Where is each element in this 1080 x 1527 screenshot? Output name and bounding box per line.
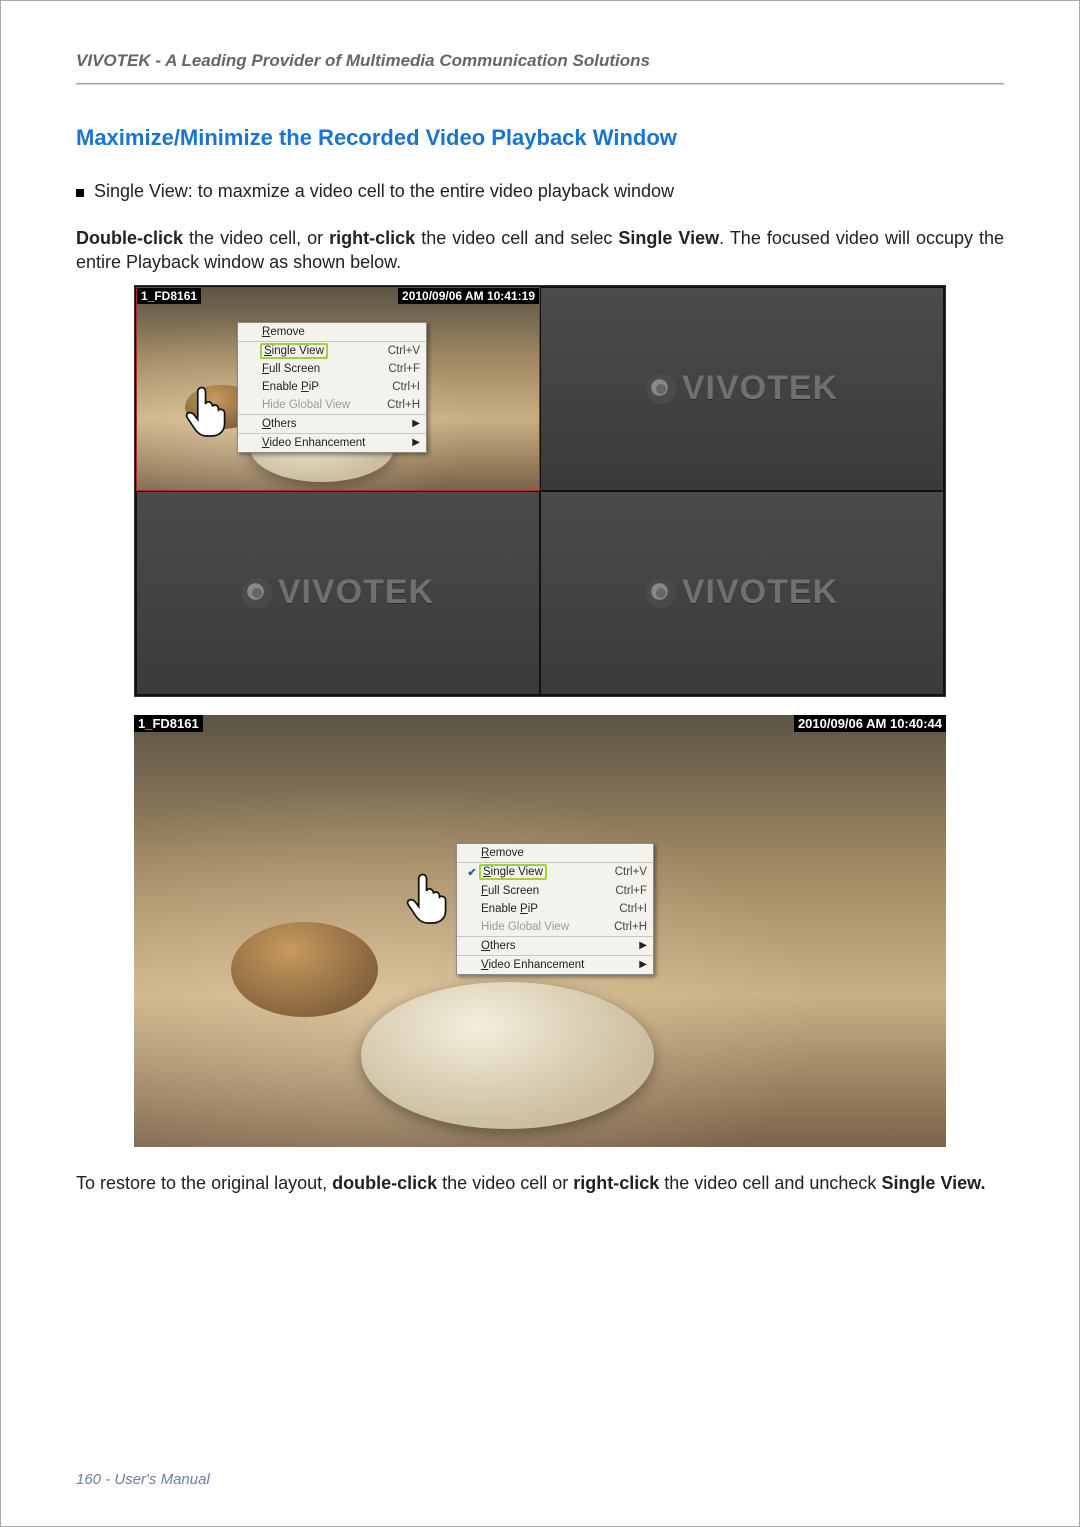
bullet-text: Single View: to maxmize a video cell to … — [94, 181, 674, 202]
menu-remove[interactable]: Remove — [238, 323, 426, 341]
section-heading: Maximize/Minimize the Recorded Video Pla… — [76, 125, 1004, 151]
menu-full-screen[interactable]: Full ScreenCtrl+F — [238, 360, 426, 378]
camera-label: 1_FD8161 — [134, 715, 203, 732]
bold-single-view: Single View. — [881, 1173, 985, 1193]
bold-single-view: Single View — [618, 228, 719, 248]
vivotek-logo: VIVOTEK — [646, 369, 838, 408]
vivotek-logo: VIVOTEK — [242, 573, 434, 612]
text-span: the video cell, or — [183, 228, 329, 248]
camera-label: 1_FD8161 — [137, 288, 201, 304]
bold-double-click: Double-click — [76, 228, 183, 248]
video-cell-2[interactable]: VIVOTEK — [541, 288, 943, 490]
camera-timestamp: 2010/09/06 AM 10:41:19 — [398, 288, 539, 304]
camera-timestamp: 2010/09/06 AM 10:40:44 — [794, 715, 946, 732]
menu-video-enhancement[interactable]: Video Enhancement▶ — [457, 955, 653, 974]
page-number: 160 — [76, 1471, 101, 1488]
header-rule — [76, 83, 1004, 85]
bold-right-click: right-click — [329, 228, 415, 248]
pointer-hand-icon — [404, 869, 456, 925]
submenu-arrow-icon: ▶ — [627, 959, 647, 970]
footer-separator: - — [101, 1471, 114, 1488]
vivotek-logo: VIVOTEK — [646, 573, 838, 612]
context-menu[interactable]: Remove ✔Single ViewCtrl+V Full ScreenCtr… — [456, 843, 654, 975]
logo-eye-icon — [646, 578, 676, 608]
brand-tagline: VIVOTEK - A Leading Provider of Multimed… — [76, 51, 1004, 83]
text-span: To restore to the original layout, — [76, 1173, 332, 1193]
context-menu[interactable]: Remove Single ViewCtrl+V Full ScreenCtrl… — [237, 322, 427, 453]
text-span: the video cell and uncheck — [659, 1173, 881, 1193]
submenu-arrow-icon: ▶ — [400, 418, 420, 429]
instruction-paragraph-2: To restore to the original layout, doubl… — [76, 1171, 1004, 1195]
menu-hide-global-view: Hide Global ViewCtrl+H — [457, 918, 653, 936]
text-span: the video cell and selec — [415, 228, 618, 248]
submenu-arrow-icon: ▶ — [400, 437, 420, 448]
manual-page: VIVOTEK - A Leading Provider of Multimed… — [0, 0, 1080, 1527]
playback-single-figure: 1_FD8161 2010/09/06 AM 10:40:44 Remove ✔… — [134, 715, 946, 1147]
menu-video-enhancement[interactable]: Video Enhancement▶ — [238, 433, 426, 452]
menu-enable-pip[interactable]: Enable PiPCtrl+I — [457, 900, 653, 918]
menu-single-view[interactable]: ✔Single ViewCtrl+V — [457, 862, 653, 882]
menu-full-screen[interactable]: Full ScreenCtrl+F — [457, 882, 653, 900]
bold-double-click: double-click — [332, 1173, 437, 1193]
text-span: the video cell or — [437, 1173, 573, 1193]
footer-label: User's Manual — [114, 1471, 209, 1488]
checkmark-icon: ✔ — [467, 866, 476, 879]
pointer-hand-icon — [183, 382, 235, 438]
page-footer: 160 - User's Manual — [76, 1471, 210, 1488]
menu-others[interactable]: Others▶ — [457, 936, 653, 955]
video-cell-4[interactable]: VIVOTEK — [541, 492, 943, 694]
menu-remove[interactable]: Remove — [457, 844, 653, 862]
menu-enable-pip[interactable]: Enable PiPCtrl+I — [238, 378, 426, 396]
menu-hide-global-view: Hide Global ViewCtrl+H — [238, 396, 426, 414]
video-cell-3[interactable]: VIVOTEK — [137, 492, 539, 694]
bullet-item: Single View: to maxmize a video cell to … — [76, 181, 1004, 202]
submenu-arrow-icon: ▶ — [627, 940, 647, 951]
bold-right-click: right-click — [573, 1173, 659, 1193]
video-cell-1[interactable]: 1_FD8161 2010/09/06 AM 10:41:19 Remove S… — [137, 288, 539, 490]
square-bullet-icon — [76, 189, 84, 197]
playback-quad-figure: 1_FD8161 2010/09/06 AM 10:41:19 Remove S… — [134, 285, 946, 697]
logo-eye-icon — [242, 578, 272, 608]
instruction-paragraph-1: Double-click the video cell, or right-cl… — [76, 226, 1004, 275]
menu-single-view[interactable]: Single ViewCtrl+V — [238, 341, 426, 360]
logo-eye-icon — [646, 374, 676, 404]
menu-others[interactable]: Others▶ — [238, 414, 426, 433]
